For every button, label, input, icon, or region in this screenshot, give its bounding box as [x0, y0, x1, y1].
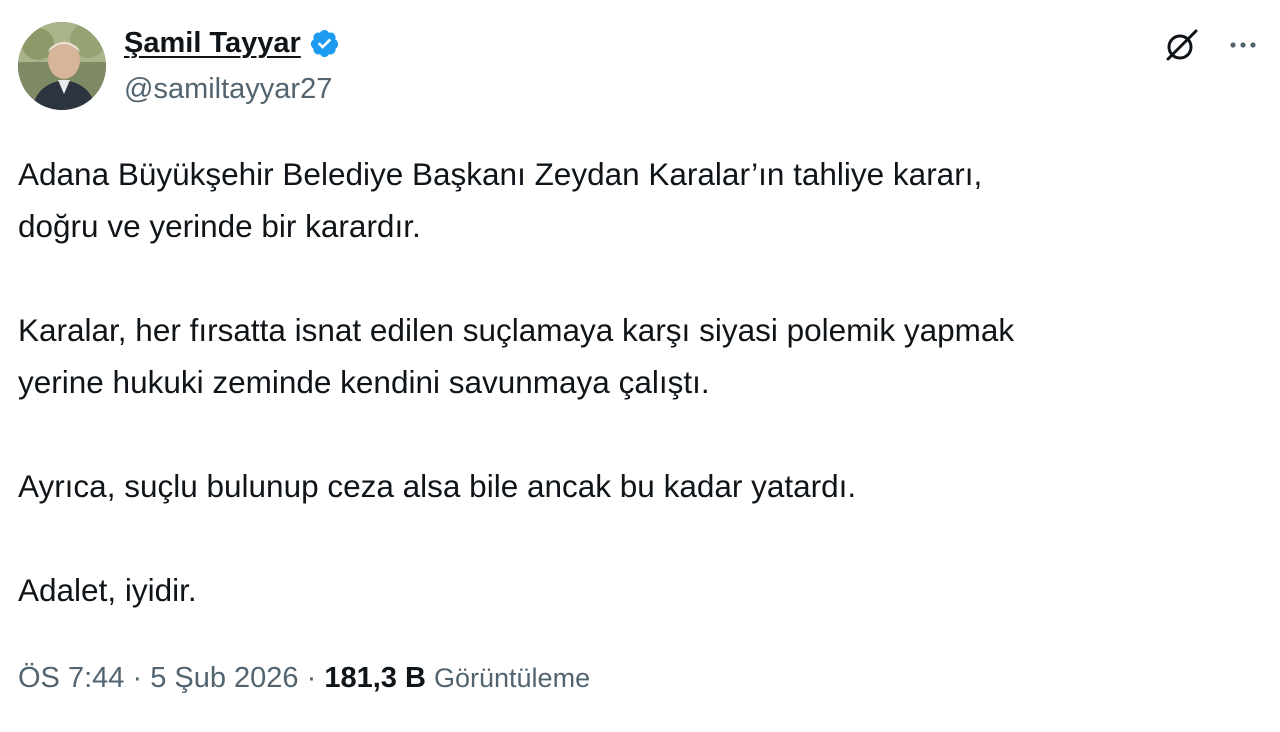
author-avatar[interactable] — [18, 22, 106, 110]
verified-badge-icon — [309, 28, 340, 59]
meta-separator: · — [306, 662, 317, 694]
author-handle[interactable]: @samiltayyar27 — [124, 70, 332, 108]
tweet-top-actions — [1162, 26, 1260, 69]
author-display-name[interactable]: Şamil Tayyar — [124, 24, 301, 62]
tweet-meta: ÖS 7:44 · 5 Şub 2026 · 181,3 B Görüntüle… — [18, 658, 590, 698]
views-label: Görüntüleme — [434, 663, 591, 693]
tweet-paragraph: Ayrıca, suçlu bulunup ceza alsa bile anc… — [18, 468, 857, 504]
tweet-paragraph: Adalet, iyidir. — [18, 572, 197, 608]
grok-icon[interactable] — [1162, 26, 1200, 69]
tweet-text: Adana Büyükşehir Belediye Başkanı Zeydan… — [18, 148, 1258, 616]
author-name-row: Şamil Tayyar — [124, 24, 340, 62]
tweet-card: Şamil Tayyar @samiltayyar27 Adana Büyükş… — [0, 0, 1280, 732]
meta-separator: · — [132, 662, 143, 694]
tweet-paragraph: Karalar, her fırsatta isnat edilen suçla… — [18, 312, 1015, 400]
tweet-date[interactable]: 5 Şub 2026 — [150, 662, 298, 694]
avatar-photo — [18, 22, 106, 110]
tweet-paragraph: Adana Büyükşehir Belediye Başkanı Zeydan… — [18, 156, 983, 244]
views-count[interactable]: 181,3 B — [324, 662, 426, 694]
more-options-icon[interactable] — [1226, 28, 1260, 67]
tweet-time[interactable]: ÖS 7:44 — [18, 662, 124, 694]
